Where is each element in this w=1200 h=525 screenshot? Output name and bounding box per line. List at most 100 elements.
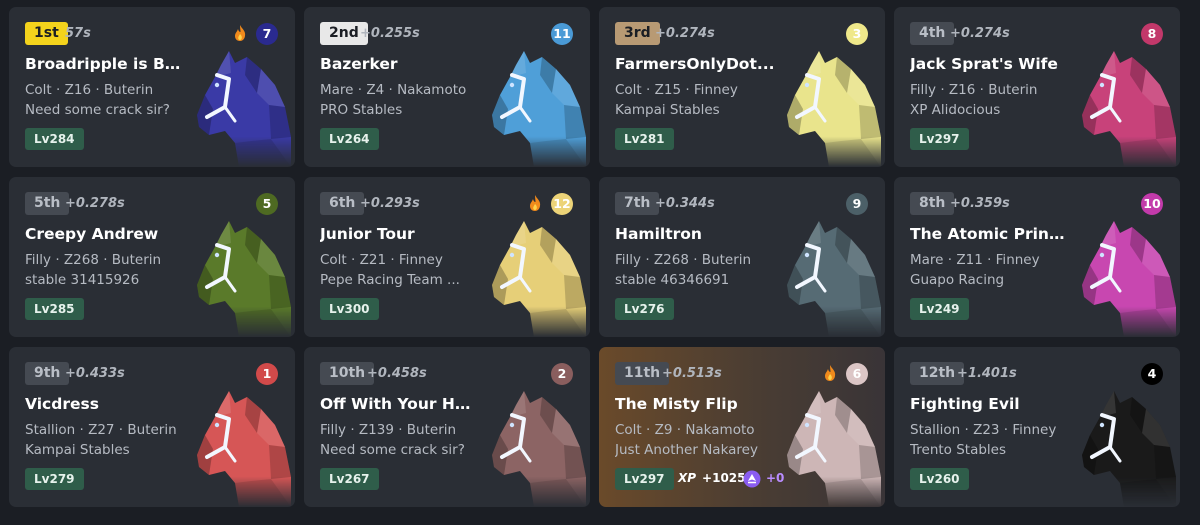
stable-name[interactable]: Need some crack sir? [320,442,480,458]
gate-number-badge: 10 [1141,193,1163,215]
horse-result-card[interactable]: 5th +0.278s 5 Creepy Andrew Filly · Z268… [9,177,295,337]
xp-reward: XP +1025 [678,471,746,485]
stable-name[interactable]: Need some crack sir? [25,102,185,118]
finish-time: +0.255s [360,26,420,41]
stable-name[interactable]: Kampai Stables [615,102,775,118]
level-badge: Lv281 [615,128,674,150]
gate-number-badge: 4 [1141,363,1163,385]
flame-icon [528,194,542,212]
level-badge: Lv267 [320,468,379,490]
horse-name[interactable]: Bazerker [320,55,480,73]
horse-head-image [490,385,586,507]
horse-name[interactable]: Off With Your He... [320,395,480,413]
horse-details: Colt · Z9 · Nakamoto [615,422,755,438]
horse-head-image [1080,45,1176,167]
zed-reward: +0 [766,471,785,485]
stable-name[interactable]: Kampai Stables [25,442,185,458]
stable-name[interactable]: Trento Stables [910,442,1070,458]
finish-time: +0.274s [655,26,715,41]
horse-result-card[interactable]: 12th +1.401s 4 Fighting Evil Stallion · … [894,347,1180,507]
horse-name[interactable]: Fighting Evil [910,395,1070,413]
horse-head-image [195,45,291,167]
level-badge: Lv279 [25,468,84,490]
gate-number-badge: 12 [551,193,573,215]
horse-result-card[interactable]: 8th +0.359s 10 The Atomic Princ... Mare … [894,177,1180,337]
horse-result-card[interactable]: 6th +0.293s 12 Junior Tour Colt · Z21 · … [304,177,590,337]
horse-head-image [785,45,881,167]
horse-name[interactable]: Broadripple is Bu... [25,55,185,73]
stable-name[interactable]: stable 31415926 [25,272,185,288]
horse-details: Mare · Z4 · Nakamoto [320,82,467,98]
flame-icon [233,24,247,42]
finish-time: +0.274s [950,26,1010,41]
horse-name[interactable]: Creepy Andrew [25,225,185,243]
horse-details: Filly · Z268 · Buterin [25,252,162,268]
horse-result-card[interactable]: 1st 57s 7 Broadripple is Bu... Colt · Z1… [9,7,295,167]
gate-number-badge: 1 [256,363,278,385]
horse-details: Colt · Z15 · Finney [615,82,738,98]
finish-position-badge: 7th [615,192,660,215]
level-badge: Lv276 [615,298,674,320]
horse-head-image [195,385,291,507]
stable-name[interactable]: XP Alidocious [910,102,1070,118]
finish-time: +0.278s [65,196,125,211]
horse-name[interactable]: Jack Sprat's Wife [910,55,1070,73]
level-badge: Lv297 [615,468,674,490]
level-badge: Lv300 [320,298,379,320]
gate-number-badge: 2 [551,363,573,385]
gate-number-badge: 3 [846,23,868,45]
race-results-grid: 1st 57s 7 Broadripple is Bu... Colt · Z1… [9,7,1180,507]
finish-position-badge: 3rd [615,22,660,45]
finish-time: +0.433s [65,366,125,381]
flame-icon [823,364,837,382]
finish-time: +0.293s [360,196,420,211]
gate-number-badge: 6 [846,363,868,385]
xp-label: XP [678,471,697,485]
horse-head-image [1080,385,1176,507]
horse-head-image [490,215,586,337]
horse-result-card[interactable]: 3rd +0.274s 3 FarmersOnlyDot... Colt · Z… [599,7,885,167]
horse-result-card[interactable]: 2nd +0.255s 11 Bazerker Mare · Z4 · Naka… [304,7,590,167]
horse-name[interactable]: Hamiltron [615,225,775,243]
horse-name[interactable]: The Misty Flip [615,395,775,413]
level-badge: Lv285 [25,298,84,320]
finish-position-badge: 8th [910,192,955,215]
horse-head-image [785,215,881,337]
horse-details: Stallion · Z27 · Buterin [25,422,177,438]
gate-number-badge: 9 [846,193,868,215]
horse-name[interactable]: Junior Tour [320,225,480,243]
finish-position-badge: 6th [320,192,365,215]
horse-name[interactable]: Vicdress [25,395,185,413]
horse-result-card[interactable]: 10th +0.458s 2 Off With Your He... Filly… [304,347,590,507]
finish-time: +1.401s [957,366,1017,381]
horse-details: Colt · Z16 · Buterin [25,82,154,98]
horse-result-card[interactable]: 7th +0.344s 9 Hamiltron Filly · Z268 · B… [599,177,885,337]
horse-name[interactable]: The Atomic Princ... [910,225,1070,243]
horse-details: Colt · Z21 · Finney [320,252,443,268]
finish-position-badge: 1st [25,22,68,45]
horse-head-image [195,215,291,337]
stable-name[interactable]: Pepe Racing Team ... [320,272,480,288]
gate-number-badge: 5 [256,193,278,215]
horse-head-image [785,385,881,507]
gate-number-badge: 8 [1141,23,1163,45]
stable-name[interactable]: PRO Stables [320,102,480,118]
level-badge: Lv249 [910,298,969,320]
finish-time: +0.458s [367,366,427,381]
gate-number-badge: 11 [551,23,573,45]
horse-details: Mare · Z11 · Finney [910,252,1040,268]
finish-position-badge: 9th [25,362,70,385]
horse-name[interactable]: FarmersOnlyDot... [615,55,775,73]
finish-time: 57s [65,26,91,41]
horse-result-card[interactable]: 9th +0.433s 1 Vicdress Stallion · Z27 · … [9,347,295,507]
finish-position-badge: 4th [910,22,955,45]
level-badge: Lv260 [910,468,969,490]
horse-head-image [1080,215,1176,337]
horse-result-card[interactable]: 4th +0.274s 8 Jack Sprat's Wife Filly · … [894,7,1180,167]
gate-number-badge: 7 [256,23,278,45]
horse-result-card[interactable]: 11th +0.513s 6 The Misty Flip Colt · Z9 … [599,347,885,507]
zed-token-icon [743,470,761,488]
stable-name[interactable]: stable 46346691 [615,272,775,288]
stable-name[interactable]: Just Another Nakarey [615,442,775,458]
stable-name[interactable]: Guapo Racing [910,272,1070,288]
